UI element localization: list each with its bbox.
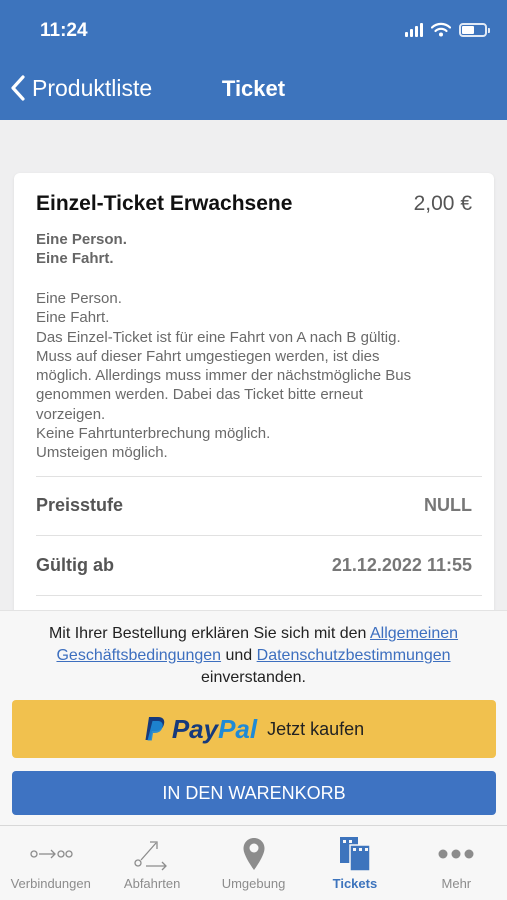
divider	[36, 476, 482, 477]
price-level-label: Preisstufe	[36, 495, 124, 515]
divider	[36, 535, 482, 536]
valid-from-value: 21.12.2022 11:55	[331, 555, 472, 575]
tab-tickets[interactable]: Tickets	[304, 826, 405, 900]
summary-line: Eine Person.	[36, 231, 127, 248]
terms-middle: und	[221, 647, 257, 664]
ticket-title: Einzel-Ticket Erwachsene	[36, 192, 293, 215]
checkout-panel: Mit Ihrer Bestellung erklären Sie sich m…	[0, 610, 507, 825]
privacy-link[interactable]: Datenschutzbestimmungen	[257, 647, 451, 664]
description-line: genommen werden. Dabei das Ticket bitte …	[36, 386, 363, 404]
terms-suffix: einverstanden.	[201, 669, 306, 686]
tab-departures[interactable]: Abfahrten	[101, 826, 202, 900]
description-line: Keine Fahrtunterbrechung möglich.	[36, 425, 271, 443]
paypal-wordmark-pay: Pay	[171, 713, 219, 744]
ticket-description: Eine Person. Eine Fahrt. Das Einzel-Tick…	[36, 289, 476, 463]
description-line: Eine Person.	[36, 290, 122, 307]
tab-label: Umgebung	[221, 876, 286, 891]
tab-connections[interactable]: Verbindungen	[0, 826, 101, 900]
paypal-logo-icon	[145, 717, 165, 741]
ticket-summary: Eine Person. Eine Fahrt.	[36, 230, 127, 268]
tab-surroundings[interactable]: Umgebung	[203, 826, 304, 900]
connections-icon	[30, 849, 73, 859]
status-time: 11:24	[40, 20, 88, 41]
tab-label: Verbindungen	[10, 876, 91, 891]
description-line: Eine Fahrt.	[36, 309, 110, 327]
cellular-signal-icon	[405, 22, 423, 37]
description-line: Umsteigen möglich.	[36, 444, 168, 462]
page-title: Ticket	[221, 76, 286, 101]
paypal-button-label: Jetzt kaufen	[267, 718, 365, 739]
departures-icon	[134, 841, 168, 871]
terms-text: Mit Ihrer Bestellung erklären Sie sich m…	[10, 623, 497, 689]
description-line: Muss auf dieser Fahrt umgestiegen werden…	[36, 347, 380, 365]
divider	[36, 595, 482, 596]
header: 11:24 Produktliste Ticket	[0, 0, 507, 120]
location-pin-icon	[243, 838, 265, 870]
description-line: vorzeigen.	[36, 405, 106, 423]
paypal-buy-button[interactable]: PayPal Jetzt kaufen	[12, 700, 496, 758]
tab-label: Tickets	[332, 876, 378, 891]
description-line: Das Einzel-Ticket ist für eine Fahrt von…	[36, 328, 401, 346]
tickets-icon	[339, 837, 371, 872]
paypal-wordmark-pal: Pal	[218, 713, 258, 744]
price-level-value: NULL	[424, 495, 472, 515]
ticket-card: Einzel-Ticket Erwachsene 2,00 € Eine Per…	[14, 173, 494, 633]
valid-from-label: Gültig ab	[36, 555, 114, 575]
paypal-wordmark: PayPal	[172, 714, 257, 745]
wifi-icon	[431, 22, 451, 37]
battery-icon	[459, 22, 490, 37]
status-icons	[405, 22, 490, 37]
summary-line: Eine Fahrt.	[36, 250, 114, 267]
tab-label: Mehr	[441, 876, 472, 891]
more-icon	[438, 849, 474, 859]
tab-bar: Verbindungen Abfahrten Umgebung Tickets …	[0, 825, 507, 900]
description-line: möglich. Allerdings muss immer der nächs…	[36, 367, 412, 385]
ticket-price: 2,00 €	[413, 192, 472, 215]
tab-label: Abfahrten	[123, 876, 181, 891]
tab-more[interactable]: Mehr	[406, 826, 507, 900]
terms-prefix: Mit Ihrer Bestellung erklären Sie sich m…	[48, 625, 370, 642]
add-to-cart-button[interactable]: IN DEN WARENKORB	[12, 771, 496, 815]
